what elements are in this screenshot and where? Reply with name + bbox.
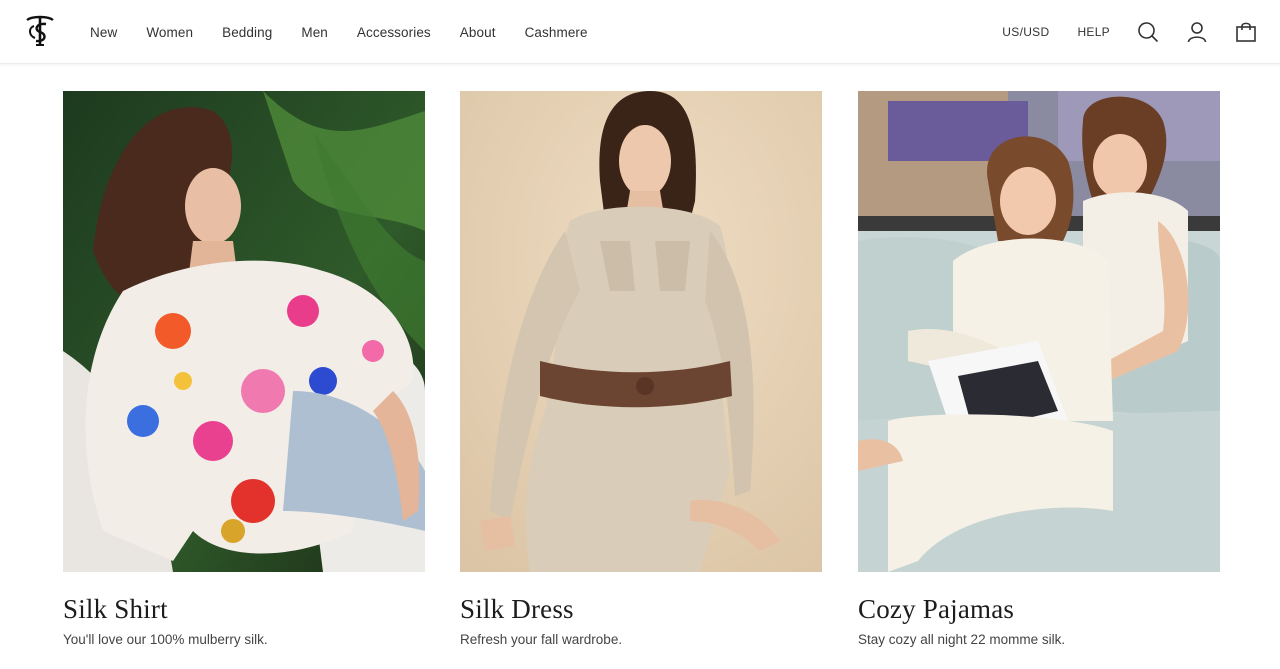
product-image-silk-shirt[interactable]	[63, 91, 425, 572]
product-card-cozy-pajamas[interactable]: Cozy Pajamas Stay cozy all night 22 momm…	[858, 91, 1220, 649]
help-link[interactable]: HELP	[1077, 25, 1110, 39]
site-header: New Women Bedding Men Accessories About …	[0, 0, 1280, 64]
main-nav: New Women Bedding Men Accessories About …	[90, 0, 617, 64]
header-utilities: US/USD HELP	[1002, 0, 1258, 64]
currency-selector[interactable]: US/USD	[1002, 25, 1049, 39]
cozy-pajamas-photo	[858, 91, 1220, 572]
nav-item-about[interactable]: About	[460, 25, 496, 40]
shopping-bag-icon	[1236, 22, 1256, 42]
search-icon	[1138, 22, 1159, 43]
nav-item-new[interactable]: New	[90, 25, 117, 40]
ts-monogram-logo-icon	[26, 15, 54, 46]
product-title[interactable]: Silk Dress	[460, 593, 822, 625]
product-subtitle: You'll love our 100% mulberry silk.	[63, 632, 268, 647]
product-subtitle: Refresh your fall wardrobe.	[460, 632, 623, 647]
nav-item-cashmere[interactable]: Cashmere	[525, 25, 588, 40]
silk-shirt-photo	[63, 91, 425, 572]
product-card-silk-shirt[interactable]: Silk Shirt You'll love our 100% mulberry…	[63, 91, 425, 649]
account-icon	[1187, 22, 1207, 43]
product-image-silk-dress[interactable]	[460, 91, 822, 572]
search-button[interactable]	[1136, 20, 1160, 44]
cart-button[interactable]	[1234, 20, 1258, 44]
product-title[interactable]: Cozy Pajamas	[858, 593, 1220, 625]
product-card-silk-dress[interactable]: Silk Dress Refresh your fall wardrobe.	[460, 91, 822, 649]
nav-item-accessories[interactable]: Accessories	[357, 25, 431, 40]
silk-dress-photo	[460, 91, 822, 572]
brand-logo[interactable]	[24, 14, 56, 48]
account-button[interactable]	[1185, 20, 1209, 44]
nav-item-men[interactable]: Men	[301, 25, 328, 40]
product-subtitle: Stay cozy all night 22 momme silk.	[858, 632, 1066, 647]
nav-item-women[interactable]: Women	[146, 25, 193, 40]
product-title[interactable]: Silk Shirt	[63, 593, 425, 625]
product-image-cozy-pajamas[interactable]	[858, 91, 1220, 572]
nav-item-bedding[interactable]: Bedding	[222, 25, 272, 40]
